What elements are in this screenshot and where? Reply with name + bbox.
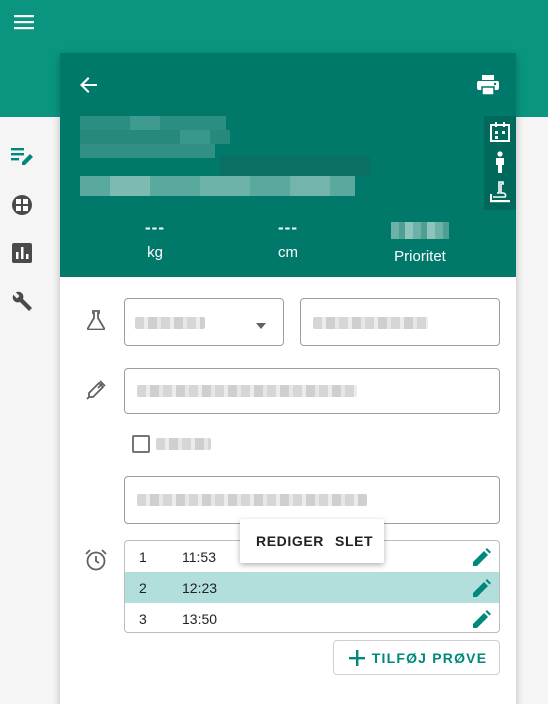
table-row[interactable]: 3 13:50 — [125, 603, 499, 632]
row-context-menu: REDIGER SLET — [240, 519, 384, 563]
arrow-back-icon[interactable] — [77, 73, 101, 97]
redacted-select-value — [135, 317, 205, 329]
edit-menu-item[interactable]: REDIGER — [256, 533, 324, 549]
stat-priority: Prioritet — [385, 218, 455, 265]
row-time: 12:23 — [182, 580, 218, 596]
pencil-icon[interactable] — [470, 576, 494, 600]
note-field[interactable] — [124, 476, 500, 524]
pencil-icon[interactable] — [470, 545, 494, 569]
redacted-patient-name — [80, 116, 372, 204]
pencil-icon[interactable] — [470, 607, 494, 631]
patient-card: --- kg --- cm Prioritet 1 11:53 2 12:23 … — [60, 53, 516, 704]
stat-weight-value: --- — [145, 218, 165, 237]
redacted-priority-value — [391, 222, 449, 239]
side-action-strip — [484, 116, 516, 210]
option-checkbox[interactable] — [132, 435, 150, 453]
flask-icon — [84, 308, 108, 332]
add-sample-button[interactable]: TILFØJ PRØVE — [333, 640, 500, 675]
weight-scale-icon[interactable] — [488, 180, 512, 204]
person-standing-icon[interactable] — [488, 150, 512, 174]
calendar-icon[interactable] — [488, 120, 512, 144]
row-number: 3 — [139, 611, 147, 627]
redacted-field-text — [137, 385, 357, 397]
bar-chart-icon[interactable] — [10, 241, 34, 265]
card-header: --- kg --- cm Prioritet — [60, 53, 516, 277]
sample-detail-field[interactable] — [300, 298, 500, 346]
stat-weight: --- kg — [130, 218, 180, 261]
chevron-down-icon — [255, 317, 269, 329]
stat-height-value: --- — [278, 218, 298, 237]
procedure-field[interactable] — [124, 368, 500, 414]
stat-height-label: cm — [278, 244, 298, 261]
print-icon[interactable] — [476, 73, 500, 97]
row-time: 13:50 — [182, 611, 218, 627]
calculator-icon[interactable] — [10, 193, 34, 217]
add-sample-label: TILFØJ PRØVE — [371, 649, 488, 666]
stat-priority-value — [385, 222, 455, 244]
row-number: 1 — [139, 549, 147, 565]
sample-type-select[interactable] — [124, 298, 284, 346]
row-number: 2 — [139, 580, 147, 596]
alarm-clock-icon — [84, 548, 108, 572]
redacted-checkbox-label — [156, 438, 211, 450]
wrench-icon[interactable] — [10, 289, 34, 313]
table-row[interactable]: 2 12:23 — [125, 572, 499, 603]
redacted-field-text — [313, 317, 428, 329]
menu-icon[interactable] — [12, 10, 36, 34]
stat-priority-label: Prioritet — [394, 248, 446, 265]
plus-icon — [346, 647, 368, 669]
redacted-field-text — [137, 494, 367, 506]
syringe-icon — [84, 378, 108, 402]
edit-note-icon[interactable] — [10, 145, 34, 169]
stat-height: --- cm — [263, 218, 313, 261]
row-time: 11:53 — [182, 549, 216, 565]
delete-menu-item[interactable]: SLET — [335, 533, 373, 549]
stat-weight-label: kg — [147, 244, 163, 261]
